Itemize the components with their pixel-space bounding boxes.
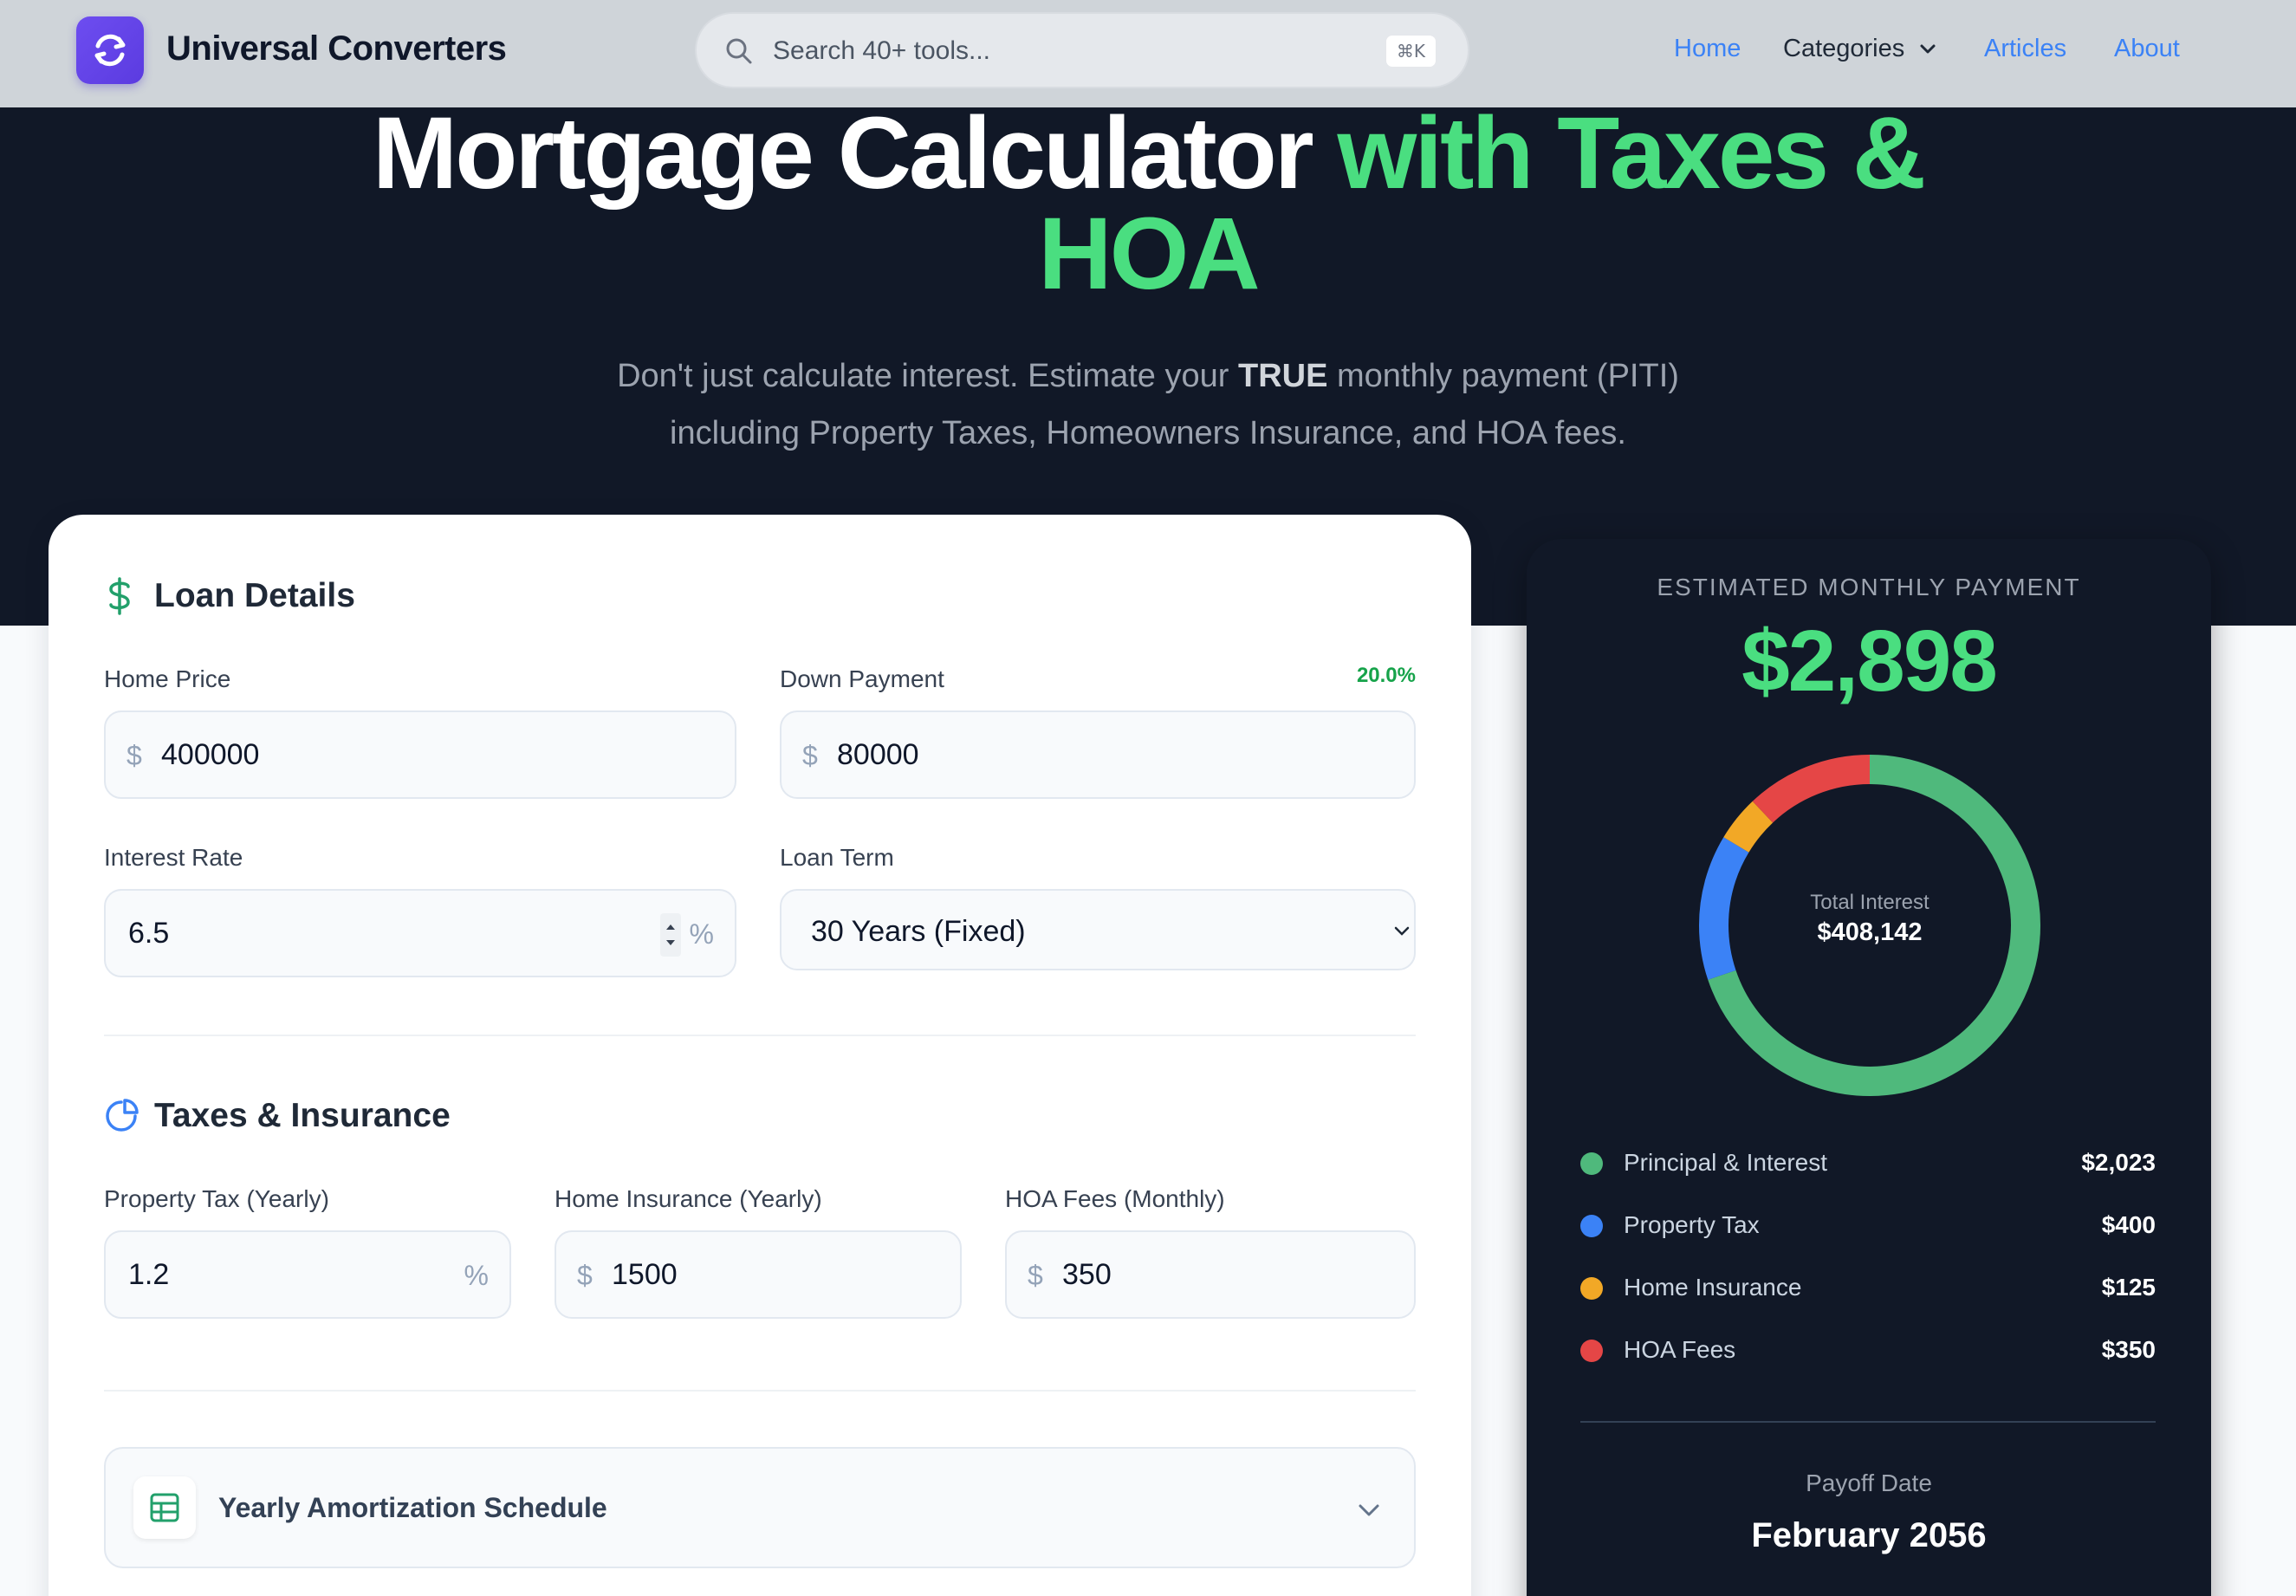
legend-amount: $125 <box>2101 1274 2156 1301</box>
top-navbar: Universal Converters Search 40+ tools...… <box>0 0 2296 107</box>
chevron-down-icon <box>1920 44 1936 54</box>
search-bar[interactable]: Search 40+ tools... ⌘K <box>695 12 1469 88</box>
taxes-insurance-title: Taxes & Insurance <box>154 1097 451 1134</box>
home-insurance-value[interactable]: 1500 <box>612 1258 678 1292</box>
amortization-label: Yearly Amortization Schedule <box>218 1492 607 1523</box>
currency-symbol: $ <box>126 740 142 771</box>
legend-name: Property Tax <box>1624 1211 1760 1238</box>
search-shortcut-badge: ⌘K <box>1385 35 1437 68</box>
loan-details-title: Loan Details <box>154 577 355 614</box>
summary-eyebrow: ESTIMATED MONTHLY PAYMENT <box>1657 574 2081 600</box>
calculator-card: Loan Details Home Price $ 400000 Down Pa… <box>49 515 1471 1596</box>
section-divider <box>104 1035 1416 1036</box>
nav-categories-label: Categories <box>1783 35 1905 62</box>
number-spinner-icon[interactable] <box>660 913 681 957</box>
legend-name: Principal & Interest <box>1624 1149 1827 1176</box>
currency-symbol: $ <box>577 1260 593 1291</box>
down-payment-value[interactable]: 80000 <box>837 738 919 772</box>
section-divider <box>104 1390 1416 1392</box>
payment-summary-panel: ESTIMATED MONTHLY PAYMENT $2,898 Total I… <box>1527 539 2211 1596</box>
table-icon-box <box>133 1476 196 1539</box>
summary-divider <box>1580 1421 2156 1423</box>
legend-dot <box>1580 1152 1603 1175</box>
legend-hoa-fees: HOA Fees $350 <box>1580 1329 2156 1372</box>
payoff-date-label: Payoff Date <box>1806 1469 1932 1496</box>
nav-articles[interactable]: Articles <box>1984 35 2066 63</box>
donut-center-label: Total Interest <box>1810 891 1930 914</box>
hero-subtitle-line1: Don't just calculate interest. Estimate … <box>0 348 2296 404</box>
legend-property-tax: Property Tax $400 <box>1580 1204 2156 1248</box>
loan-term-select[interactable]: 30 Years (Fixed) <box>780 889 1416 970</box>
legend-amount: $350 <box>2101 1336 2156 1363</box>
property-tax-label: Property Tax (Yearly) <box>104 1185 329 1212</box>
nav-home[interactable]: Home <box>1674 35 1741 63</box>
legend-amount: $400 <box>2101 1211 2156 1238</box>
subtitle-bold: TRUE <box>1237 358 1328 394</box>
dollar-icon <box>109 577 130 615</box>
hero-subtitle-line2: including Property Taxes, Homeowners Ins… <box>670 415 1626 451</box>
legend-home-insurance: Home Insurance $125 <box>1580 1267 2156 1310</box>
table-icon <box>150 1493 179 1522</box>
home-insurance-field[interactable]: $ 1500 <box>555 1230 962 1319</box>
brand-name[interactable]: Universal Converters <box>166 29 507 68</box>
chevron-down-icon <box>1359 1504 1379 1516</box>
nav-categories[interactable]: Categories <box>1783 35 1937 63</box>
legend-principal-interest: Principal & Interest $2,023 <box>1580 1142 2156 1185</box>
amortization-accordion[interactable]: Yearly Amortization Schedule <box>104 1447 1416 1568</box>
property-tax-value[interactable]: 1.2 <box>128 1258 169 1292</box>
page-title: Mortgage Calculator with Taxes & <box>0 97 2296 210</box>
subtitle-post: monthly payment (PITI) <box>1337 358 1679 394</box>
hoa-fees-field[interactable]: $ 350 <box>1005 1230 1416 1319</box>
down-payment-label: Down Payment <box>780 665 944 692</box>
search-input[interactable]: Search 40+ tools... <box>773 36 990 66</box>
payoff-date-value: February 2056 <box>1751 1516 1987 1554</box>
currency-symbol: $ <box>1028 1260 1043 1291</box>
donut-center-value: $408,142 <box>1817 918 1923 946</box>
chevron-down-icon <box>1394 926 1410 936</box>
home-price-label: Home Price <box>104 665 231 692</box>
payment-donut-chart: Total Interest $408,142 <box>1696 752 2043 1099</box>
hoa-fees-value[interactable]: 350 <box>1062 1258 1112 1292</box>
convert-arrows-icon <box>94 34 126 67</box>
currency-symbol: $ <box>802 740 818 771</box>
down-payment-field[interactable]: $ 80000 <box>780 710 1416 799</box>
legend-dot <box>1580 1215 1603 1237</box>
monthly-payment-amount: $2,898 <box>1741 613 1998 710</box>
legend-dot <box>1580 1340 1603 1362</box>
title-green: with Taxes & <box>1337 96 1927 211</box>
percent-symbol: % <box>689 918 714 950</box>
loan-term-label: Loan Term <box>780 844 894 871</box>
percent-symbol: % <box>464 1260 489 1291</box>
title-green-line2: HOA <box>1038 197 1260 311</box>
interest-rate-field[interactable]: 6.5 % <box>104 889 736 977</box>
interest-rate-value[interactable]: 6.5 <box>128 917 169 950</box>
property-tax-field[interactable]: 1.2 % <box>104 1230 511 1319</box>
pie-chart-icon <box>106 1099 139 1132</box>
interest-rate-label: Interest Rate <box>104 844 243 871</box>
hoa-fees-label: HOA Fees (Monthly) <box>1005 1185 1225 1212</box>
legend-dot <box>1580 1277 1603 1300</box>
search-icon <box>726 38 752 64</box>
loan-term-value: 30 Years (Fixed) <box>811 915 1026 948</box>
legend-name: HOA Fees <box>1624 1336 1736 1363</box>
nav-about[interactable]: About <box>2114 35 2180 63</box>
down-payment-percent: 20.0% <box>1356 664 1416 687</box>
logo[interactable] <box>76 16 144 84</box>
home-insurance-label: Home Insurance (Yearly) <box>555 1185 822 1212</box>
subtitle-pre: Don't just calculate interest. Estimate … <box>617 358 1229 394</box>
home-price-value[interactable]: 400000 <box>161 738 259 772</box>
legend-amount: $2,023 <box>2081 1149 2156 1176</box>
home-price-field[interactable]: $ 400000 <box>104 710 736 799</box>
title-white: Mortgage Calculator <box>372 96 1314 211</box>
legend-name: Home Insurance <box>1624 1274 1802 1301</box>
